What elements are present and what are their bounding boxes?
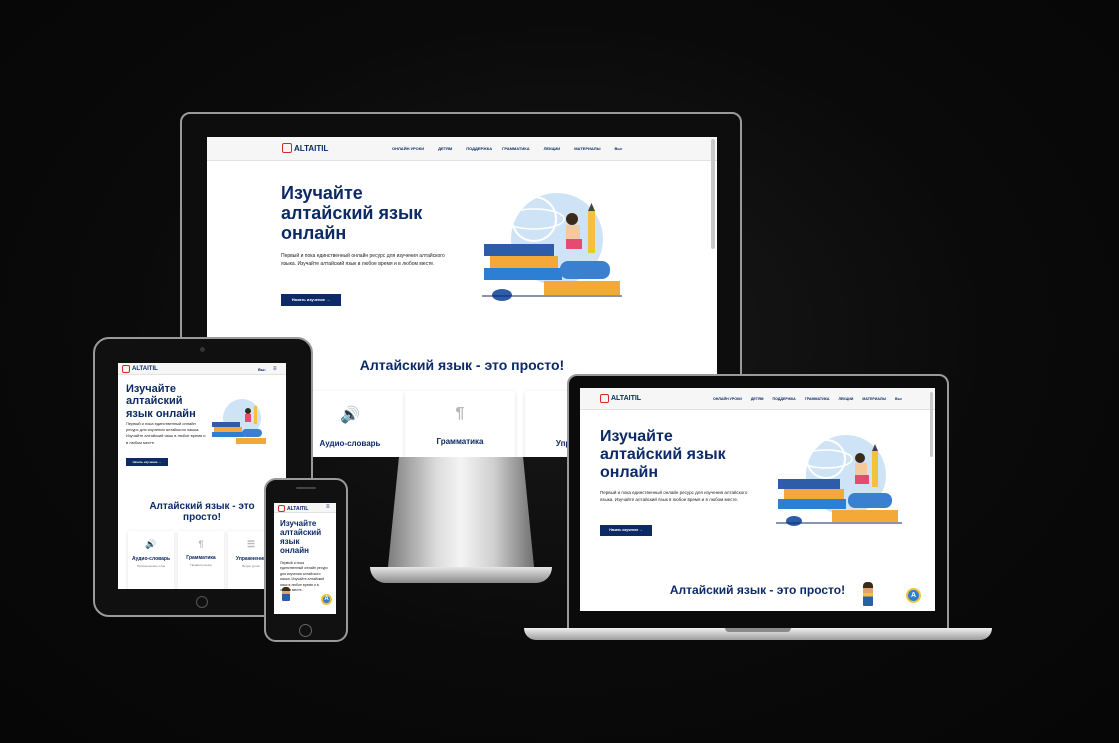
nav-item-support[interactable]: ПОДДЕРЖКА [773,397,796,401]
laptop-scrollbar[interactable] [930,392,933,457]
pilcrow-icon: ¶ [455,405,465,422]
hero-text: Первый и пока единственный онлайн ресурс… [281,253,445,267]
nav-item-grammar[interactable]: ГРАММАТИКА [805,397,830,401]
laptop-hero-text: Первый и пока единственный онлайн ресурс… [600,490,748,502]
phone-hamburger-icon[interactable]: ≡ [326,504,330,510]
phone-screen: ALTAITIL ≡ Изучайте алтайский язык онлай… [274,503,336,614]
laptop-screen: ALTAITIL ОНЛАЙН УРОКИ ДЕТЯМ ПОДДЕРЖКА ГР… [580,388,935,611]
phone-hero-title: Изучайте алтайский язык онлайн [280,519,322,555]
laptop-mascot-icon [863,582,873,606]
tablet-screen: ALTAITIL Вы• ≡ Изучайте алтайский язык о… [118,363,286,589]
tablet-card-grammar[interactable]: ¶ Грамматика Правила языка [178,531,224,589]
hero-illustration [482,193,622,301]
laptop-section-title: Алтайский язык - это просто! [669,583,846,597]
chat-badge[interactable]: A [321,594,332,605]
nav-item-lessons[interactable]: ОНЛАЙН УРОКИ [392,146,424,151]
tablet-camera [200,347,205,352]
tablet-hero-title: Изучайте алтайский язык онлайн [126,383,196,420]
tablet-more-link[interactable]: Вы• [258,367,266,372]
tablet-hero-illustration [212,399,266,444]
laptop-hero-title: Изучайте алтайский язык онлайн [600,428,726,481]
cta-button[interactable]: Начать изучение → [281,294,341,306]
laptop-nav-menu: ОНЛАЙН УРОКИ ДЕТЯМ ПОДДЕРЖКА ГРАММАТИКА … [713,397,902,401]
laptop-notch [725,628,791,632]
nav-item-support[interactable]: ПОДДЕРЖКА [466,146,492,151]
logo-icon [600,394,609,403]
mascot-icon [282,587,290,601]
nav-item-materials[interactable]: МАТЕРИАЛЫ [862,397,886,401]
card-label: Грамматика [436,437,484,446]
hero-title: Изучайте алтайский язык онлайн [281,183,423,244]
tablet-logo[interactable]: ALTAITIL [122,365,158,373]
scrollbar[interactable] [711,139,715,249]
tablet-section-title: Алтайский язык - это просто! [149,501,255,523]
laptop-logo[interactable]: ALTAITIL [600,394,641,403]
card-text: Правила языка [190,563,212,567]
nav-item-more[interactable]: Вы• [615,146,623,151]
monitor-stand-base [370,567,552,583]
nav-item-kids[interactable]: ДЕТЯМ [438,146,452,151]
phone-home-button[interactable] [299,624,312,637]
tablet-home-button[interactable] [196,596,208,608]
feature-card-grammar[interactable]: ¶ Грамматика [405,391,515,457]
laptop-cta-button[interactable]: Начать изучение → [600,525,652,536]
tablet-hero-text: Первый и пока единственный онлайн ресурс… [126,421,206,445]
nav-menu: ОНЛАЙН УРОКИ ДЕТЯМ ПОДДЕРЖКА ГРАММАТИКА … [392,146,622,151]
nav-item-lessons[interactable]: ОНЛАЙН УРОКИ [713,397,742,401]
pilcrow-icon: ¶ [198,539,204,549]
nav-item-lectures[interactable]: ЛЕКЦИИ [838,397,853,401]
logo-icon [122,365,130,373]
card-label: Грамматика [186,555,216,561]
phone-logo[interactable]: ALTAITIL [278,505,308,512]
monitor-stand [386,452,536,582]
logo[interactable]: ALTAITIL [282,143,328,153]
speaker-icon: 🔊 [145,539,157,549]
logo-icon [282,143,292,153]
nav-item-grammar[interactable]: ГРАММАТИКА [502,146,529,151]
nav-item-lectures[interactable]: ЛЕКЦИИ [544,146,561,151]
card-text: Произношение слов [136,564,166,568]
phone-speaker [296,487,316,489]
card-label: Аудио-словарь [131,556,171,562]
hamburger-icon[interactable]: ≡ [273,366,277,372]
laptop-chat-badge[interactable]: A [906,588,921,603]
nav-item-materials[interactable]: МАТЕРИАЛЫ [574,146,600,151]
logo-icon [278,505,285,512]
nav-item-kids[interactable]: ДЕТЯМ [751,397,764,401]
laptop-hero-illustration [776,435,902,526]
tablet-cta-button[interactable]: Начать изучение → [126,458,168,466]
nav-item-more[interactable]: Вы• [895,397,902,401]
tablet-card-audio[interactable]: 🔊 Аудио-словарь Произношение слов [128,531,174,589]
